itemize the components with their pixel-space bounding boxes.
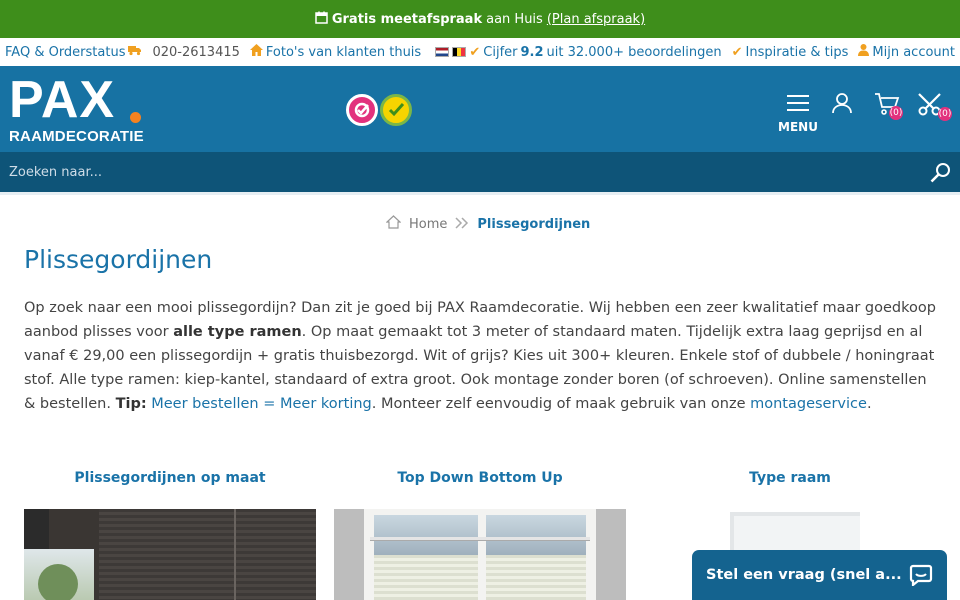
user-icon <box>858 44 870 60</box>
samples-count-badge: (0) <box>938 107 952 121</box>
cart-count-badge: (0) <box>889 106 903 120</box>
cart-button[interactable]: (0) <box>874 92 903 120</box>
calendar-icon <box>315 11 328 28</box>
promo-bar: Gratis meetafspraak aan Huis (Plan afspr… <box>0 0 960 38</box>
chat-widget[interactable]: Stel een vraag (snel a... <box>692 550 947 600</box>
page-title: Plissegordijnen <box>24 245 213 274</box>
nl-flag-icon <box>435 47 450 57</box>
hamburger-icon <box>787 95 809 111</box>
pleated-blind <box>99 509 316 600</box>
photos-link[interactable]: Foto's van klanten thuis <box>249 44 422 60</box>
inspiration-link[interactable]: ✔ Inspiratie & tips <box>732 45 849 60</box>
samples-button[interactable]: (0) <box>918 92 952 121</box>
intro-part-4: . <box>866 396 872 412</box>
truck-icon <box>128 45 142 59</box>
check-icon: ✔ <box>731 44 743 60</box>
search-icon[interactable] <box>930 162 951 187</box>
promo-text: aan Huis <box>486 11 543 27</box>
menu-label: MENU <box>778 120 818 134</box>
breadcrumb-current: Plissegordijnen <box>477 216 591 232</box>
tree-shape <box>38 564 78 600</box>
rating-link[interactable]: ✔ Cijfer 9.2 uit 32.000+ beoordelingen <box>435 44 722 60</box>
review-badge-icon <box>380 94 412 126</box>
chat-label: Stel een vraag (snel a... <box>706 567 902 583</box>
blind-cord <box>234 509 236 600</box>
account-button[interactable] <box>831 92 853 114</box>
keurmerk-badge-icon <box>346 94 378 126</box>
utility-bar: FAQ & Orderstatus 020-2613415 Foto's van… <box>0 38 960 66</box>
rating-prefix: Cijfer <box>483 44 518 60</box>
promo-bold-text: Gratis meetafspraak <box>331 11 483 27</box>
account-link[interactable]: Mijn account <box>858 44 955 60</box>
category-title[interactable]: Top Down Bottom Up <box>334 470 626 490</box>
pax-logo[interactable]: PAX RAAMDECORATIE <box>9 71 149 148</box>
search-bar <box>0 152 960 192</box>
inspiration-label: Inspiratie & tips <box>745 44 849 60</box>
intro-text: Op zoek naar een mooi plissegordijn? Dan… <box>24 296 936 416</box>
chat-bubble-icon <box>909 564 933 590</box>
menu-button[interactable]: MENU <box>778 94 818 134</box>
breadcrumb-separator-icon <box>455 216 469 232</box>
logo-dot <box>130 112 141 123</box>
category-title[interactable]: Plissegordijnen op maat <box>24 470 316 490</box>
search-input[interactable] <box>0 152 920 192</box>
rating-suffix: uit 32.000+ beoordelingen <box>546 44 722 60</box>
quality-badges <box>346 93 416 127</box>
logo-wordmark: PAX <box>9 71 116 129</box>
category-image[interactable] <box>24 509 316 600</box>
intro-part-3: . Monteer zelf eenvoudig of maak gebruik… <box>371 396 751 412</box>
category-tile-op-maat[interactable]: Plissegordijnen op maat <box>24 470 316 600</box>
account-label: Mijn account <box>872 44 955 60</box>
logo-subtitle: RAAMDECORATIE <box>9 128 144 145</box>
plan-appointment-link[interactable]: (Plan afspraak) <box>547 12 645 27</box>
category-title[interactable]: Type raam <box>644 470 936 490</box>
account-icon <box>832 93 852 114</box>
phone-link[interactable]: 020-2613415 <box>152 45 239 60</box>
photos-label: Foto's van klanten thuis <box>265 44 422 60</box>
intro-bold-1: alle type ramen <box>173 324 302 340</box>
blind-rail <box>370 537 590 541</box>
check-icon: ✔ <box>469 44 481 60</box>
montageservice-link[interactable]: montageservice <box>750 396 867 412</box>
rating-value: 9.2 <box>520 44 544 60</box>
search-divider <box>0 192 960 195</box>
home-icon <box>249 44 263 60</box>
breadcrumb-home[interactable]: Home <box>409 217 447 232</box>
be-flag-icon <box>452 47 467 57</box>
intro-bold-2: Tip: <box>115 396 147 412</box>
faq-label: FAQ & Orderstatus <box>5 44 126 60</box>
site-header: PAX RAAMDECORATIE MENU (0) (0) <box>0 66 960 152</box>
breadcrumb: Home Plissegordijnen <box>385 214 591 234</box>
category-image[interactable] <box>334 509 626 600</box>
window-mullion <box>478 509 486 600</box>
category-tile-top-down-bottom-up[interactable]: Top Down Bottom Up <box>334 470 626 600</box>
more-discount-link[interactable]: Meer bestellen = Meer korting <box>151 396 372 412</box>
home-outline-icon <box>385 215 402 233</box>
faq-link[interactable]: FAQ & Orderstatus <box>5 45 142 60</box>
